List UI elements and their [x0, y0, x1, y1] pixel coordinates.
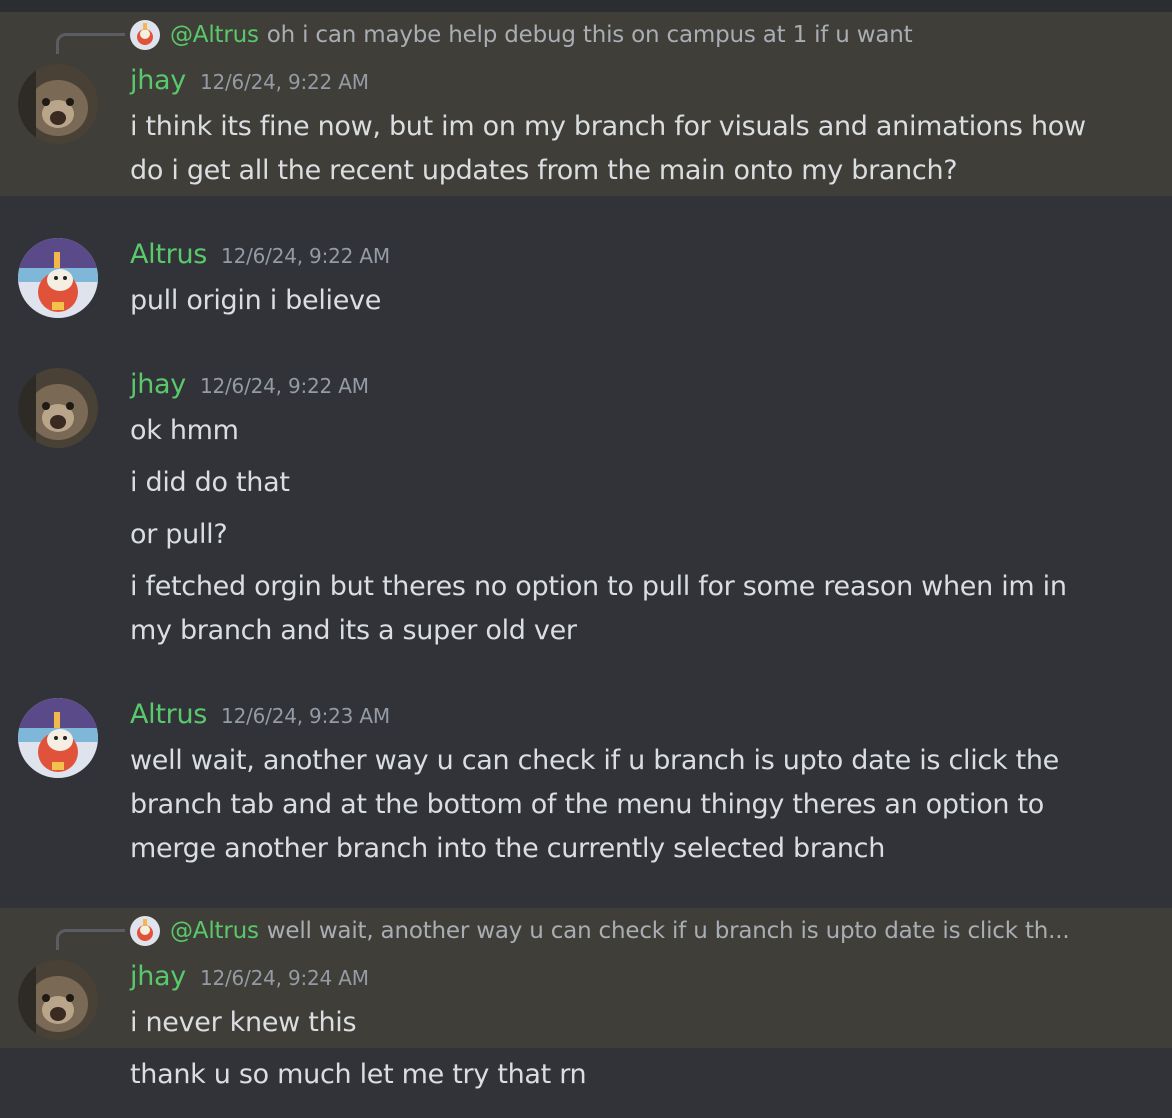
reply-mention[interactable]: @Altrus [170, 918, 259, 944]
author-name[interactable]: Altrus 12/6/24, 9:22 AM [130, 239, 390, 270]
message-line: my branch and its a super old ver [130, 615, 577, 646]
message-line: or pull? [130, 519, 228, 550]
message-group: Altrus 12/6/24, 9:22 AM pull origin i bel… [0, 230, 1172, 330]
message-line: thank u so much let me try that rn [130, 1059, 587, 1090]
message-line: i never knew this [130, 1007, 357, 1038]
avatar[interactable] [18, 698, 98, 778]
avatar[interactable] [18, 368, 98, 448]
reply-preview[interactable]: @Altrus well wait, another way u can che… [130, 915, 1070, 947]
message-line: ok hmm [130, 415, 239, 446]
message-line: branch tab and at the bottom of the menu… [130, 789, 1045, 820]
message-group: @Altrus well wait, another way u can che… [0, 896, 1172, 1106]
message-line: merge another branch into the currently … [130, 833, 886, 864]
timestamp: 12/6/24, 9:22 AM [199, 374, 369, 398]
author-name[interactable]: jhay 12/6/24, 9:24 AM [130, 961, 369, 992]
author-name[interactable]: jhay 12/6/24, 9:22 AM [130, 369, 369, 400]
avatar[interactable] [18, 238, 98, 318]
message-line: i fetched orgin but theres no option to … [130, 571, 1067, 602]
replied-user-avatar-icon [130, 916, 160, 946]
reply-text: well wait, another way u can check if u … [266, 918, 1070, 944]
timestamp: 12/6/24, 9:22 AM [199, 70, 369, 94]
message-line: do i get all the recent updates from the… [130, 155, 958, 186]
message-line: well wait, another way u can check if u … [130, 745, 1059, 776]
message-group: @Altrus oh i can maybe help debug this o… [0, 0, 1172, 196]
avatar[interactable] [18, 64, 98, 144]
avatar[interactable] [18, 960, 98, 1040]
message-group: Altrus 12/6/24, 9:23 AM well wait, anothe… [0, 690, 1172, 880]
timestamp: 12/6/24, 9:23 AM [221, 704, 390, 728]
timestamp: 12/6/24, 9:22 AM [221, 244, 390, 268]
reply-spine [56, 33, 125, 54]
replied-user-avatar-icon [130, 20, 160, 50]
reply-spine [56, 929, 125, 950]
reply-text: oh i can maybe help debug this on campus… [266, 22, 913, 48]
message-line: pull origin i believe [130, 285, 382, 316]
message-group: jhay 12/6/24, 9:22 AM ok hmm i did do tha… [0, 360, 1172, 660]
author-name[interactable]: Altrus 12/6/24, 9:23 AM [130, 699, 390, 730]
author-name[interactable]: jhay 12/6/24, 9:22 AM [130, 65, 369, 96]
reply-mention[interactable]: @Altrus [170, 22, 259, 48]
message-line: i did do that [130, 467, 290, 498]
message-line: i think its fine now, but im on my branc… [130, 111, 1086, 142]
reply-preview[interactable]: @Altrus oh i can maybe help debug this o… [130, 19, 913, 51]
timestamp: 12/6/24, 9:24 AM [199, 966, 369, 990]
